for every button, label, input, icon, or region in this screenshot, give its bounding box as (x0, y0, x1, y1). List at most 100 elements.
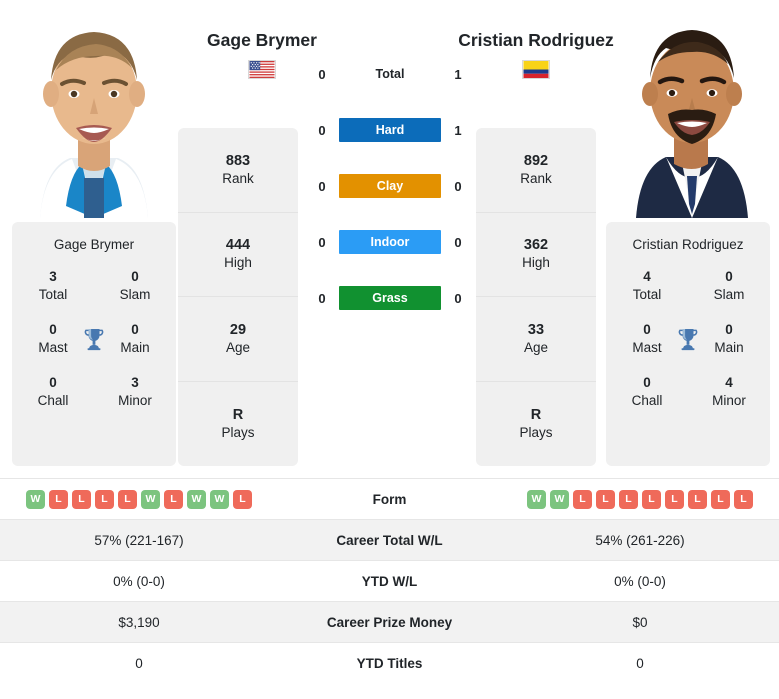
player-titles-card-left: Gage Brymer 3 Total 0 Slam 0 Mast 0 Main… (12, 222, 176, 466)
h2h-right-value: 0 (454, 290, 462, 306)
titles-chall: 0 Chall (606, 374, 688, 410)
row-value-right: 54% (261-226) (595, 532, 685, 548)
form-badge-win: W (26, 489, 45, 509)
player-rank-card-left: 883 Rank 444 High 29 Age R Plays (178, 128, 298, 466)
titles-value: 0 (725, 269, 733, 284)
h2h-right-value: 0 (454, 234, 462, 250)
form-badge-loss: L (164, 489, 183, 509)
h2h-surface-label: Total (375, 67, 405, 81)
titles-value: 4 (725, 375, 733, 390)
titles-card-player-name: Gage Brymer (53, 237, 135, 252)
player-name-header-right: Cristian Rodriguez (452, 28, 620, 79)
titles-label: Chall (631, 393, 663, 408)
h2h-row-grass: 0 Grass 0 (305, 284, 475, 312)
titles-slam: 0 Slam (688, 268, 770, 304)
form-badge-loss: L (711, 489, 730, 509)
form-badges-right: WWLLLLLLLL (501, 489, 779, 509)
titles-value: 4 (643, 269, 651, 284)
titles-label: Minor (118, 393, 152, 408)
h2h-right-value: 1 (454, 122, 462, 138)
stat-value: 362 (523, 237, 549, 254)
h2h-right-value: 0 (454, 178, 462, 194)
stat-value: 29 (229, 321, 247, 338)
table-row: WLLLLWLWWL Form WWLLLLLLLL (0, 478, 779, 519)
titles-value: 0 (643, 375, 651, 390)
form-badge-loss: L (49, 489, 68, 509)
stat-label: Age (225, 339, 251, 355)
player-name-right: Cristian Rodriguez (458, 30, 614, 50)
row-value-left: 57% (221-167) (94, 532, 184, 548)
stat-label: High (224, 255, 252, 271)
table-row: 0 YTD Titles 0 (0, 642, 779, 683)
h2h-left-value: 0 (318, 178, 326, 194)
stat-label: Age (523, 339, 549, 355)
stat-label: Plays (221, 424, 255, 440)
comparison-stats-table: WLLLLWLWWL Form WWLLLLLLLL 57% (221-167)… (0, 478, 779, 683)
h2h-surface-list: 0 Total 1 0 Hard 1 0 Clay 0 0 Indoor 0 0… (305, 60, 475, 312)
titles-label: Chall (37, 393, 69, 408)
form-badge-loss: L (95, 489, 114, 509)
stat-high: 444 High (178, 213, 298, 297)
surface-badge-hard: Hard (339, 118, 441, 142)
stat-label: High (522, 255, 550, 271)
player-photo-right[interactable] (608, 18, 776, 218)
table-row: 57% (221-167) Career Total W/L 54% (261-… (0, 519, 779, 560)
titles-label: Total (632, 287, 662, 302)
h2h-left-value: 0 (318, 234, 326, 250)
player-portrait-left-image (10, 18, 178, 218)
titles-slam: 0 Slam (94, 268, 176, 304)
surface-badge-grass: Grass (339, 286, 441, 310)
row-value-right: 0% (0-0) (614, 573, 666, 589)
stat-value: 33 (527, 321, 545, 338)
stat-rank: 883 Rank (178, 128, 298, 213)
h2h-left-value: 0 (318, 290, 326, 306)
form-badges-left: WLLLLWLWWL (0, 489, 278, 509)
stat-label: Rank (222, 170, 254, 186)
stat-value: 444 (225, 237, 251, 254)
form-badge-win: W (210, 489, 229, 509)
stat-value: 883 (225, 152, 251, 169)
row-value-left: 0% (0-0) (113, 573, 165, 589)
titles-total: 3 Total (12, 268, 94, 304)
stat-value: R (232, 406, 244, 423)
form-badge-loss: L (642, 489, 661, 509)
h2h-row-clay: 0 Clay 0 (305, 172, 475, 200)
titles-grid: 4 Total 0 Slam 0 Mast 0 Main 0 Chall 4 M… (606, 268, 770, 410)
form-badge-loss: L (665, 489, 684, 509)
player-portrait-right-image (608, 18, 776, 218)
h2h-row-total: 0 Total 1 (305, 60, 475, 88)
titles-value: 3 (49, 269, 57, 284)
form-badge-win: W (187, 489, 206, 509)
avatar (10, 18, 178, 218)
titles-total: 4 Total (606, 268, 688, 304)
titles-label: Slam (713, 287, 745, 302)
row-value-left: $3,190 (118, 614, 160, 630)
titles-minor: 3 Minor (94, 374, 176, 410)
h2h-row-hard: 0 Hard 1 (305, 116, 475, 144)
h2h-left-value: 0 (318, 122, 326, 138)
stat-label: Plays (519, 424, 553, 440)
stat-rank: 892 Rank (476, 128, 596, 213)
row-label: Career Total W/L (336, 532, 443, 548)
stat-plays: R Plays (476, 382, 596, 467)
player-comparison-header: Gage Brymer Cristian Rodriguez 0 Total 1… (0, 0, 779, 478)
stat-age: 33 Age (476, 297, 596, 382)
stat-value: 892 (523, 152, 549, 169)
titles-label: Slam (119, 287, 151, 302)
form-badge-loss: L (596, 489, 615, 509)
titles-minor: 4 Minor (688, 374, 770, 410)
us-flag-icon (248, 60, 276, 79)
surface-badge-indoor: Indoor (339, 230, 441, 254)
stat-value: R (530, 406, 542, 423)
player-name-left: Gage Brymer (207, 30, 317, 50)
h2h-left-value: 0 (318, 66, 326, 82)
surface-badge-clay: Clay (339, 174, 441, 198)
avatar (608, 18, 776, 218)
form-badge-win: W (550, 489, 569, 509)
player-photo-left[interactable] (10, 18, 178, 218)
form-badge-win: W (141, 489, 160, 509)
row-label: Form (372, 491, 407, 507)
h2h-right-value: 1 (454, 66, 462, 82)
stat-plays: R Plays (178, 382, 298, 467)
row-value-right: $0 (632, 614, 648, 630)
